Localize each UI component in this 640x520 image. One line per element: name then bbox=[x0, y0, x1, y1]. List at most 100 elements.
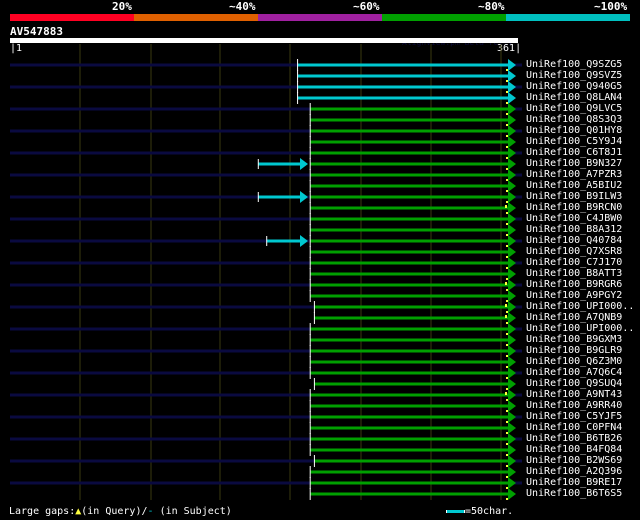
hit-label[interactable]: UniRef100_C7J170 bbox=[526, 257, 622, 268]
hit-label[interactable]: UniRef100_A9RR40 bbox=[526, 400, 622, 411]
arrow-head-icon bbox=[508, 312, 516, 324]
arrow-head-icon bbox=[299, 158, 308, 170]
hit-label[interactable]: UniRef100_A9NT43 bbox=[526, 389, 622, 400]
arrow-head-icon bbox=[508, 158, 516, 170]
hit-label[interactable]: UniRef100_Q9LVC5 bbox=[526, 103, 622, 114]
arrow-head-icon bbox=[508, 191, 516, 203]
hit-label[interactable]: UniRef100_B9RGR6 bbox=[526, 279, 622, 290]
arrow-head-icon bbox=[508, 268, 516, 280]
end-marker bbox=[506, 80, 508, 82]
end-marker bbox=[506, 432, 508, 434]
hit-label[interactable]: UniRef100_C0PFN4 bbox=[526, 422, 622, 433]
hit-label[interactable]: UniRef100_Q01HY8 bbox=[526, 125, 622, 136]
end-marker bbox=[506, 399, 508, 401]
hit-label[interactable]: UniRef100_Q8LAN4 bbox=[526, 92, 622, 103]
query-gap-marker-icon bbox=[505, 304, 507, 307]
end-marker bbox=[506, 157, 508, 159]
arrow-head-icon bbox=[508, 279, 516, 291]
arrow-head-icon bbox=[508, 125, 516, 137]
hit-label[interactable]: UniRef100_B4FQ84 bbox=[526, 444, 622, 455]
hit-label[interactable]: UniRef100_UPI000.. bbox=[526, 323, 634, 334]
arrow-head-icon bbox=[299, 235, 308, 247]
hit-label[interactable]: UniRef100_UPI000.. bbox=[526, 301, 634, 312]
arrow-head-icon bbox=[508, 290, 516, 302]
hit-label[interactable]: UniRef100_B9RE17 bbox=[526, 477, 622, 488]
hit-label[interactable]: UniRef100_A9PGY2 bbox=[526, 290, 622, 301]
hit-label[interactable]: UniRef100_C4JBW0 bbox=[526, 213, 622, 224]
hit-label[interactable]: UniRef100_Q9SZG5 bbox=[526, 59, 622, 70]
hit-label[interactable]: UniRef100_Q940G5 bbox=[526, 81, 622, 92]
hit-label[interactable]: UniRef100_B9GXM3 bbox=[526, 334, 622, 345]
end-marker bbox=[506, 267, 508, 269]
query-gap-marker-icon bbox=[505, 282, 507, 285]
gap-in-subject-label: (in Subject) bbox=[159, 506, 232, 517]
arrow-head-icon bbox=[508, 202, 516, 214]
end-marker bbox=[506, 223, 508, 225]
hit-label[interactable]: UniRef100_A7Q6C4 bbox=[526, 367, 622, 378]
hit-label[interactable]: UniRef100_B2WS69 bbox=[526, 455, 622, 466]
end-marker bbox=[506, 300, 508, 302]
end-marker bbox=[506, 465, 508, 467]
arrow-head-icon bbox=[508, 323, 516, 335]
arrow-head-icon bbox=[508, 235, 516, 247]
arrow-head-icon bbox=[508, 136, 516, 148]
hit-label[interactable]: UniRef100_Q40784 bbox=[526, 235, 622, 246]
hit-label[interactable]: UniRef100_B6TB26 bbox=[526, 433, 622, 444]
end-marker bbox=[506, 179, 508, 181]
query-gap-marker-icon bbox=[505, 315, 507, 318]
end-marker bbox=[506, 476, 508, 478]
hit-label[interactable]: UniRef100_B8ATT3 bbox=[526, 268, 622, 279]
end-marker bbox=[506, 245, 508, 247]
arrow-head-icon bbox=[508, 334, 516, 346]
gap-legend: Large gaps:▲(in Query)/- (in Subject) bbox=[9, 506, 232, 517]
end-marker bbox=[506, 344, 508, 346]
end-marker bbox=[506, 333, 508, 335]
arrow-head-icon bbox=[508, 70, 516, 82]
hit-label[interactable]: UniRef100_B8A312 bbox=[526, 224, 622, 235]
arrow-head-icon bbox=[299, 191, 308, 203]
hit-label[interactable]: UniRef100_Q7XSR8 bbox=[526, 246, 622, 257]
arrow-head-icon bbox=[508, 345, 516, 357]
end-marker bbox=[506, 190, 508, 192]
hit-label[interactable]: UniRef100_A2Q396 bbox=[526, 466, 622, 477]
end-marker bbox=[506, 124, 508, 126]
hit-label[interactable]: UniRef100_C5Y9J4 bbox=[526, 136, 622, 147]
arrow-head-icon bbox=[508, 147, 516, 159]
end-marker bbox=[506, 91, 508, 93]
end-marker bbox=[506, 102, 508, 104]
hit-label[interactable]: UniRef100_Q8S3Q3 bbox=[526, 114, 622, 125]
end-marker bbox=[506, 69, 508, 71]
end-marker bbox=[506, 311, 508, 313]
arrow-head-icon bbox=[508, 224, 516, 236]
end-marker bbox=[506, 289, 508, 291]
hit-label[interactable]: UniRef100_A7QNB9 bbox=[526, 312, 622, 323]
hit-label[interactable]: UniRef100_B9RCN0 bbox=[526, 202, 622, 213]
hit-label[interactable]: UniRef100_A7PZR3 bbox=[526, 169, 622, 180]
arrow-head-icon bbox=[508, 400, 516, 412]
hit-label[interactable]: UniRef100_Q9SUQ4 bbox=[526, 378, 622, 389]
subject-gap-icon: - bbox=[147, 506, 154, 517]
hit-label[interactable]: UniRef100_B9N327 bbox=[526, 158, 622, 169]
hit-label[interactable]: UniRef100_B9ILW3 bbox=[526, 191, 622, 202]
arrow-head-icon bbox=[508, 389, 516, 401]
hit-label[interactable]: UniRef100_B6T6S5 bbox=[526, 488, 622, 499]
query-gap-marker-icon bbox=[505, 392, 507, 395]
hit-label[interactable]: UniRef100_Q6Z3M0 bbox=[526, 356, 622, 367]
gap-legend-title: Large gaps: bbox=[9, 506, 76, 517]
arrow-head-icon bbox=[508, 422, 516, 434]
arrow-head-icon bbox=[508, 433, 516, 445]
arrow-head-icon bbox=[508, 411, 516, 423]
hit-label[interactable]: UniRef100_C5YJF5 bbox=[526, 411, 622, 422]
end-marker bbox=[506, 135, 508, 137]
scale-legend-label: =50char. bbox=[465, 506, 514, 517]
hit-label[interactable]: UniRef100_Q9SVZ5 bbox=[526, 70, 622, 81]
arrow-head-icon bbox=[508, 444, 516, 456]
hit-label[interactable]: UniRef100_C6T8J1 bbox=[526, 147, 622, 158]
hit-label[interactable]: UniRef100_B9GLR9 bbox=[526, 345, 622, 356]
arrow-head-icon bbox=[508, 455, 516, 467]
end-marker bbox=[506, 146, 508, 148]
hit-label[interactable]: UniRef100_A5BIU2 bbox=[526, 180, 622, 191]
end-marker bbox=[506, 234, 508, 236]
end-marker bbox=[506, 443, 508, 445]
end-marker bbox=[506, 454, 508, 456]
